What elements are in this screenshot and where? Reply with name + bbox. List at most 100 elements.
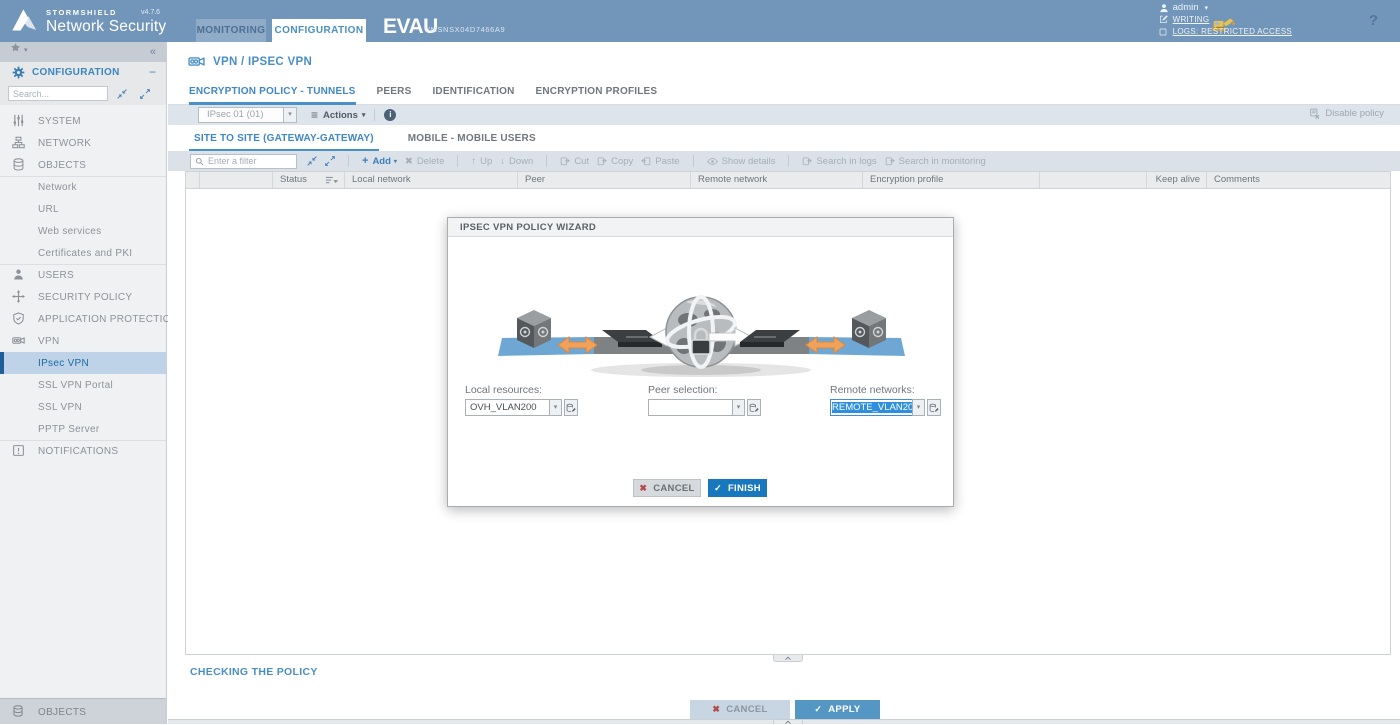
sidebar-item-objects[interactable]: OBJECTS — [0, 154, 166, 176]
collapse-sidebar-icon[interactable]: « — [150, 42, 156, 62]
help-button[interactable]: ? — [1369, 12, 1378, 29]
delete-icon: ✖ — [405, 156, 413, 167]
finish-check-icon: ✓ — [714, 483, 722, 494]
chevron-down-icon[interactable]: ▾ — [732, 399, 745, 416]
tab-encryption-policy-tunnels[interactable]: ENCRYPTION POLICY - TUNNELS — [189, 82, 356, 105]
chevron-down-icon[interactable]: ▾ — [283, 108, 296, 122]
col-encryption-profile[interactable]: Encryption profile — [863, 172, 1040, 188]
tab-identification[interactable]: IDENTIFICATION — [432, 82, 514, 105]
sort-icon[interactable] — [325, 175, 339, 186]
favorites-star-icon[interactable] — [10, 42, 21, 53]
disable-policy-icon — [1309, 108, 1320, 119]
paste-icon — [641, 156, 651, 166]
separator — [457, 155, 458, 167]
local-resources-input[interactable] — [465, 399, 549, 416]
version-label: v4.7.6 — [141, 9, 160, 16]
paste-button[interactable]: Paste — [641, 156, 679, 167]
sidebar-item-certificates-pki[interactable]: Certificates and PKI — [0, 242, 166, 264]
sidebar-item-vpn[interactable]: VPN — [0, 330, 166, 352]
apply-button[interactable]: ✓ APPLY — [795, 700, 880, 719]
down-button[interactable]: ↓ Down — [500, 156, 533, 167]
expand-all-icon[interactable] — [325, 156, 335, 166]
up-button[interactable]: ↑ Up — [471, 156, 492, 167]
tab-site-to-site[interactable]: SITE TO SITE (GATEWAY-GATEWAY) — [189, 131, 379, 151]
sidebar-item-url[interactable]: URL — [0, 198, 166, 220]
cancel-button[interactable]: ✖ CANCEL — [690, 700, 790, 719]
collapse-all-icon[interactable] — [307, 156, 317, 166]
user-icon — [12, 268, 25, 281]
wizard-cancel-button[interactable]: ✖ CANCEL — [633, 479, 701, 497]
object-picker-icon[interactable] — [564, 399, 578, 416]
database-icon — [12, 158, 25, 171]
tab-encryption-profiles[interactable]: ENCRYPTION PROFILES — [536, 82, 658, 105]
breadcrumb: VPN / IPSEC VPN — [188, 53, 312, 70]
actions-menu-button[interactable]: ≡ Actions ▾ — [311, 108, 365, 122]
remote-networks-input[interactable]: REMOTE_VLAN201 — [830, 399, 912, 416]
disable-policy-button[interactable]: Disable policy — [1309, 108, 1384, 119]
tab-monitoring[interactable]: MONITORING — [196, 19, 266, 42]
sidebar-config-header[interactable]: CONFIGURATION − — [0, 62, 166, 83]
search-in-monitoring-button[interactable]: Search in monitoring — [885, 156, 986, 167]
col-peer[interactable]: Peer — [518, 172, 691, 188]
favorites-caret-icon[interactable]: ▾ — [24, 41, 28, 61]
logs-access-link[interactable]: LOGS: RESTRICTED ACCESS — [1159, 26, 1292, 37]
sidebar-item-system[interactable]: SYSTEM — [0, 110, 166, 132]
add-button[interactable]: + Add ▾ — [362, 155, 397, 167]
user-menu[interactable]: admin ▾ — [1159, 2, 1292, 13]
object-picker-icon[interactable] — [927, 399, 941, 416]
chevron-down-icon[interactable]: ▾ — [549, 399, 562, 416]
sidebar-item-ssl-vpn[interactable]: SSL VPN — [0, 396, 166, 418]
object-picker-icon[interactable] — [747, 399, 761, 416]
expand-all-icon[interactable] — [140, 89, 150, 99]
col-remote-network[interactable]: Remote network — [691, 172, 863, 188]
col-status[interactable]: Status — [273, 172, 345, 188]
sidebar-item-users[interactable]: USERS — [0, 264, 166, 286]
search-icon — [195, 157, 204, 166]
sidebar-item-security-policy[interactable]: SECURITY POLICY — [0, 286, 166, 308]
policy-toolbar: IPsec 01 (01) ▾ ≡ Actions ▾ i Disable po… — [168, 105, 1400, 125]
chevron-down-icon: ▾ — [394, 158, 397, 165]
chevron-down-icon[interactable]: ▾ — [912, 399, 925, 416]
copy-button[interactable]: Copy — [597, 156, 633, 167]
sidebar-objects-panel[interactable]: OBJECTS — [0, 698, 166, 724]
collapse-section-icon[interactable]: − — [149, 65, 156, 79]
policy-select[interactable]: IPsec 01 (01) ▾ — [198, 107, 297, 123]
delete-button[interactable]: ✖ Delete — [405, 156, 444, 167]
local-resources-combo: ▾ — [465, 399, 578, 416]
wizard-finish-button[interactable]: ✓ FINISH — [708, 479, 767, 497]
show-details-button[interactable]: Show details — [707, 156, 776, 167]
collapse-all-icon[interactable] — [117, 89, 127, 99]
sidebar-item-ssl-vpn-portal[interactable]: SSL VPN Portal — [0, 374, 166, 396]
sidebar-item-objects-network[interactable]: Network — [0, 176, 166, 198]
sidebar-item-application-protection[interactable]: APPLICATION PROTECTION — [0, 308, 166, 330]
writing-pencil-icon — [1159, 15, 1168, 24]
actions-menu-icon: ≡ — [311, 108, 318, 122]
col-local-network[interactable]: Local network — [345, 172, 518, 188]
cut-button[interactable]: Cut — [560, 156, 589, 167]
sidebar-item-web-services[interactable]: Web services — [0, 220, 166, 242]
peer-selection-input[interactable] — [648, 399, 732, 416]
remote-networks-combo: REMOTE_VLAN201 ▾ — [830, 399, 941, 416]
search-logs-icon — [802, 156, 812, 166]
col-comments[interactable]: Comments — [1207, 172, 1390, 188]
sidebar-item-ipsec-vpn[interactable]: IPsec VPN — [0, 352, 166, 374]
tab-configuration[interactable]: CONFIGURATION — [272, 19, 366, 42]
filter-input[interactable] — [208, 156, 293, 166]
collapse-grid-handle[interactable] — [773, 655, 803, 662]
col-keep-alive[interactable]: Keep alive — [1147, 172, 1207, 188]
tab-peers[interactable]: PEERS — [377, 82, 412, 105]
sidebar-item-pptp-server[interactable]: PPTP Server — [0, 418, 166, 440]
search-in-logs-button[interactable]: Search in logs — [802, 156, 876, 167]
sidebar-item-notifications[interactable]: NOTIFICATIONS — [0, 440, 166, 462]
grid-toolbar: + Add ▾ ✖ Delete ↑ Up ↓ Down Cut Copy Pa… — [168, 151, 1400, 171]
sidebar-search-input[interactable] — [8, 86, 108, 101]
sidebar-item-network[interactable]: NETWORK — [0, 132, 166, 154]
info-icon[interactable]: i — [384, 109, 396, 121]
chevron-down-icon: ▾ — [362, 111, 366, 119]
tab-mobile-users[interactable]: MOBILE - MOBILE USERS — [403, 131, 541, 151]
write-mode-label: WRITING — [1173, 15, 1210, 24]
write-mode-link[interactable]: WRITING — [1159, 14, 1292, 25]
checking-policy-link[interactable]: CHECKING THE POLICY — [190, 666, 318, 678]
expand-bottom-panel-handle[interactable] — [773, 719, 803, 724]
ipsec-vpn-policy-wizard: IPSEC VPN POLICY WIZARD — [447, 217, 954, 507]
